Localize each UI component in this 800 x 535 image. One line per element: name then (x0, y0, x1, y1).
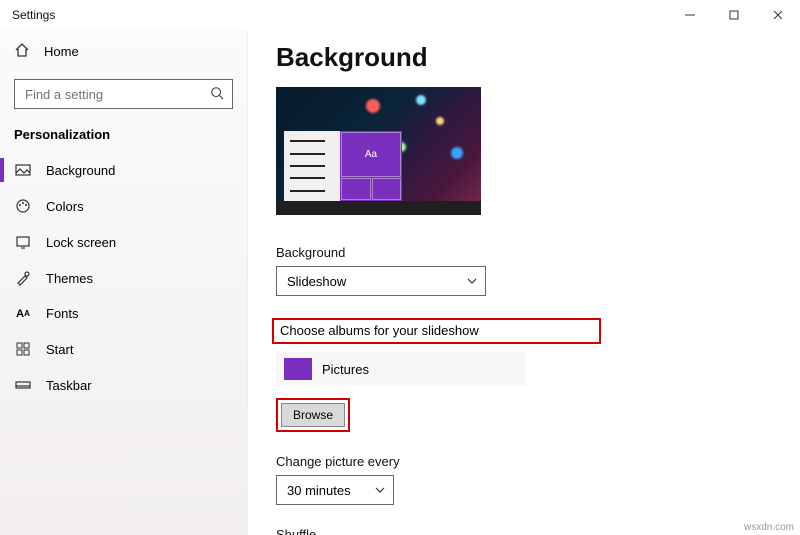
minimize-button[interactable] (668, 0, 712, 30)
nav-item-themes[interactable]: Themes (0, 260, 247, 296)
preview-taskbar (276, 201, 481, 215)
choose-albums-label: Choose albums for your slideshow (280, 323, 479, 338)
section-label: Personalization (0, 121, 247, 152)
nav-item-label: Colors (46, 199, 84, 214)
watermark: wsxdn.com (744, 522, 794, 533)
minimize-icon (685, 10, 695, 20)
nav-item-background[interactable]: Background (0, 152, 247, 188)
window-controls (668, 0, 800, 30)
title-bar: Settings (0, 0, 800, 30)
home-label: Home (44, 44, 79, 59)
change-picture-dropdown[interactable]: 30 minutes (276, 475, 394, 505)
nav-item-label: Lock screen (46, 235, 116, 250)
font-icon: AA (14, 308, 32, 320)
nav-item-label: Fonts (46, 306, 79, 321)
palette-icon (14, 198, 32, 214)
browse-highlight: Browse (276, 398, 350, 432)
maximize-button[interactable] (712, 0, 756, 30)
search-input[interactable] (23, 86, 210, 103)
picture-icon (14, 162, 32, 178)
nav-item-fonts[interactable]: AA Fonts (0, 296, 247, 331)
chevron-down-icon (375, 483, 385, 498)
nav-item-label: Themes (46, 271, 93, 286)
preview-tile-aa: Aa (341, 132, 401, 177)
nav-item-label: Taskbar (46, 378, 92, 393)
album-thumbnail (284, 358, 312, 380)
background-dropdown-label: Background (276, 245, 800, 260)
nav-list: Background Colors Lock screen Themes (0, 152, 247, 403)
home-icon (14, 42, 30, 61)
start-icon (14, 341, 32, 357)
maximize-icon (729, 10, 739, 20)
nav-item-colors[interactable]: Colors (0, 188, 247, 224)
search-icon (210, 86, 224, 103)
window-title: Settings (12, 8, 55, 22)
search-input-container[interactable] (14, 79, 233, 109)
nav-item-label: Start (46, 342, 73, 357)
nav-item-lock-screen[interactable]: Lock screen (0, 224, 247, 260)
preview-window: Aa (284, 131, 402, 201)
nav-item-start[interactable]: Start (0, 331, 247, 367)
nav-item-taskbar[interactable]: Taskbar (0, 367, 247, 403)
sidebar: Home Personalization Background Colors (0, 30, 248, 535)
change-picture-label: Change picture every (276, 454, 800, 469)
album-item[interactable]: Pictures (276, 352, 526, 386)
close-icon (773, 10, 783, 20)
close-button[interactable] (756, 0, 800, 30)
nav-item-label: Background (46, 163, 115, 178)
browse-button[interactable]: Browse (281, 403, 345, 427)
paint-icon (14, 270, 32, 286)
browse-button-label: Browse (293, 408, 333, 422)
background-dropdown[interactable]: Slideshow (276, 266, 486, 296)
album-name: Pictures (322, 362, 369, 377)
desktop-preview: Aa (276, 87, 481, 215)
background-dropdown-value: Slideshow (287, 274, 346, 289)
choose-albums-highlight: Choose albums for your slideshow (272, 318, 601, 344)
change-picture-value: 30 minutes (287, 483, 351, 498)
chevron-down-icon (467, 274, 477, 289)
lock-screen-icon (14, 234, 32, 250)
taskbar-icon (14, 377, 32, 393)
shuffle-label: Shuffle (276, 527, 800, 535)
main-pane: Background Aa Background Slideshow (248, 30, 800, 535)
home-link[interactable]: Home (0, 34, 247, 69)
page-title: Background (276, 42, 800, 73)
